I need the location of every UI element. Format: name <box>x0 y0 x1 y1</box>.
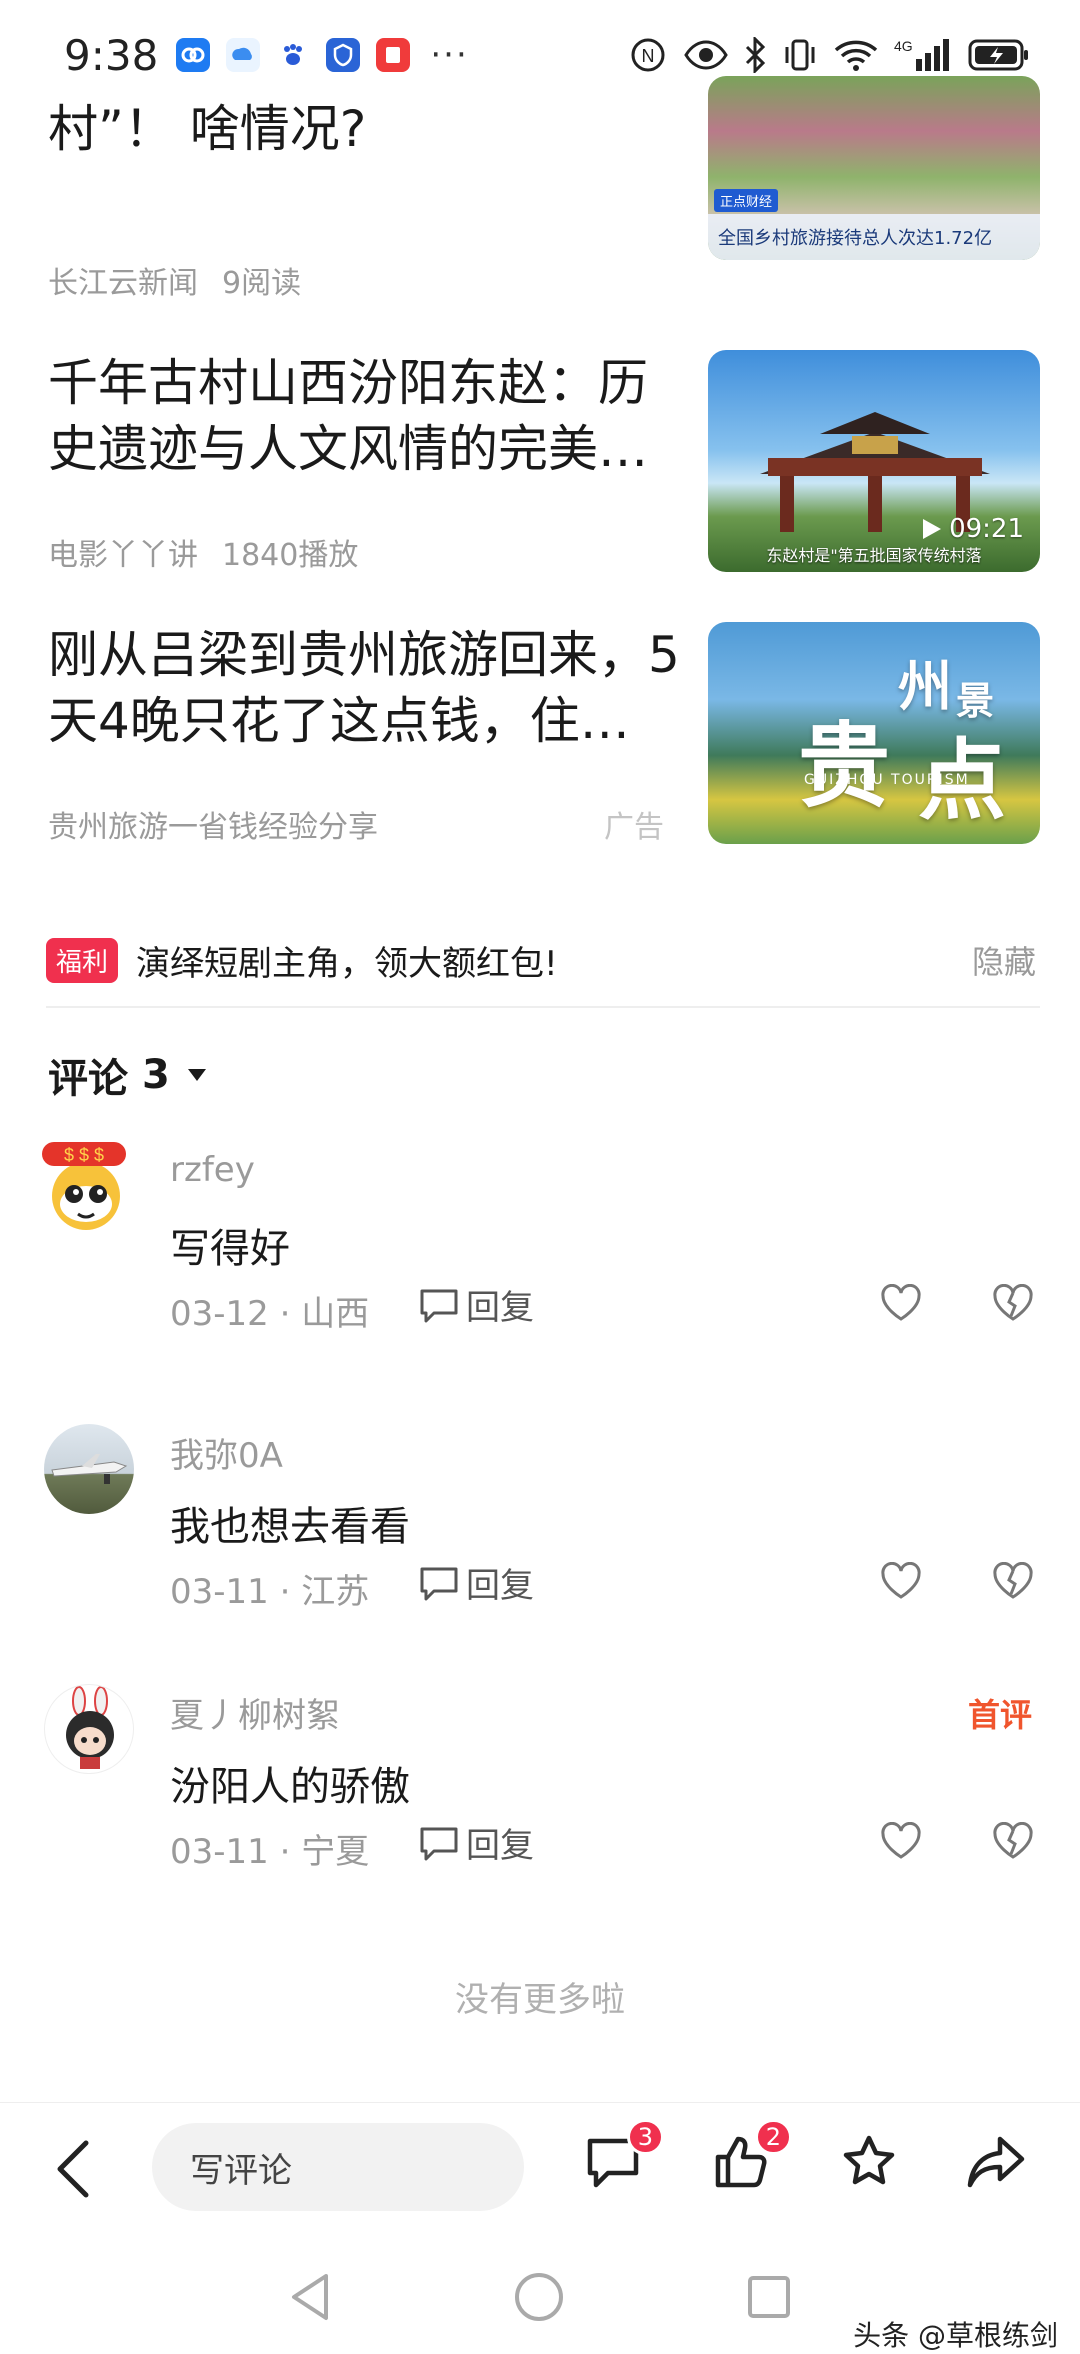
comment-date-location: 03-11 · 江苏 <box>170 1572 370 1612</box>
duration-text: 09:21 <box>949 514 1024 544</box>
comments-count: 3 <box>142 1052 170 1098</box>
comment-date-location: 03-12 · 山西 <box>170 1294 370 1334</box>
article-title: 村”！ 啥情况? <box>48 30 688 162</box>
article-thumbnail: 正点财经 全国乡村旅游接待总人次达1.72亿 <box>708 76 1040 260</box>
reply-bubble-icon <box>420 1289 458 1322</box>
chevron-left-icon <box>57 2140 89 2198</box>
comment-username[interactable]: 夏丿柳树絮 <box>170 1688 340 1737</box>
comments-button[interactable]: 3 <box>584 2119 664 2195</box>
avatar[interactable] <box>44 1684 134 1774</box>
reply-button[interactable]: 回复 <box>418 1280 534 1329</box>
watermark-text: 头条 @草根练剑 <box>853 2319 1058 2352</box>
comment-count-badge: 3 <box>626 2119 664 2155</box>
promo-banner[interactable]: 福利 演绎短剧主角，领大额红包! 隐藏 <box>46 932 1036 988</box>
article-source: 长江云新闻 <box>48 266 198 301</box>
like-heart-icon[interactable] <box>880 1561 922 1604</box>
hide-button[interactable]: 隐藏 <box>972 937 1036 983</box>
reply-button[interactable]: 回复 <box>418 1818 534 1867</box>
bottom-action-bar: 写评论 3 2 <box>0 2102 1080 2262</box>
like-count-badge: 2 <box>754 2119 792 2155</box>
write-comment-placeholder: 写评论 <box>190 2150 292 2191</box>
like-button[interactable]: 2 <box>712 2119 792 2195</box>
comment-item: 夏丿柳树絮 首评 汾阳人的骄傲 03-11 · 宁夏 回复 <box>0 1684 1080 1904</box>
caret-down-icon <box>187 1069 206 1081</box>
promo-text[interactable]: 演绎短剧主角，领大额红包! <box>136 936 558 985</box>
video-caption: 东赵村是"第五批国家传统村落 <box>766 546 982 565</box>
comment-item: $ $ $ rzfey 写得好 03-12 · 山西 回复 <box>0 1142 1080 1366</box>
nav-recents-button[interactable] <box>744 2270 794 2328</box>
like-heart-icon[interactable] <box>880 1821 922 1864</box>
article-meta: 电影丫丫讲 1840播放 <box>48 530 358 574</box>
write-comment-input[interactable]: 写评论 <box>152 2123 524 2211</box>
reply-bubble-icon <box>420 1567 458 1600</box>
article-meta: 贵州旅游一省钱经验分享 <box>48 802 378 846</box>
comment-item: 我弥0A 我也想去看看 03-11 · 江苏 回复 <box>0 1424 1080 1644</box>
article-title: 千年古村山西汾阳东赵：历史遗迹与人文风情的完美… <box>48 354 648 478</box>
back-button[interactable] <box>50 2139 100 2203</box>
avatar[interactable] <box>44 1424 134 1514</box>
star-icon <box>843 2135 895 2185</box>
article-item[interactable]: 千年古村山西汾阳东赵：历史遗迹与人文风情的完美… 电影丫丫讲 1840播放 09… <box>48 350 1040 590</box>
comment-text: 我也想去看看 <box>170 1504 410 1550</box>
video-duration: 09:21 <box>921 514 1024 544</box>
reply-button[interactable]: 回复 <box>418 1558 534 1607</box>
article-title: 刚从吕梁到贵州旅游回来，5天4晚只花了这点钱，住… <box>48 626 680 750</box>
reply-label: 回复 <box>466 1566 534 1606</box>
article-read-count: 9阅读 <box>222 266 302 301</box>
article-source: 电影丫丫讲 <box>48 538 198 573</box>
play-icon <box>923 519 942 539</box>
share-button[interactable] <box>966 2133 1026 2195</box>
video-thumbnail: 09:21 东赵村是"第五批国家传统村落 <box>708 350 1040 572</box>
article-title-line: 村”！ 啥情况? <box>48 100 367 158</box>
like-heart-icon[interactable] <box>880 1283 922 1326</box>
article-meta: 长江云新闻 9阅读 <box>48 258 301 302</box>
square-recents-icon <box>748 2276 790 2318</box>
reply-label: 回复 <box>466 1826 534 1866</box>
nav-back-button[interactable] <box>286 2270 336 2328</box>
article-source: 贵州旅游一省钱经验分享 <box>48 810 378 845</box>
article-item[interactable]: 村”！ 啥情况? 长江云新闻 9阅读 正点财经 全国乡村旅游接待总人次达1.72… <box>48 64 1040 304</box>
share-arrow-icon <box>967 2136 1025 2188</box>
dislike-broken-heart-icon[interactable] <box>992 1561 1034 1604</box>
circle-home-icon <box>515 2273 563 2321</box>
reply-bubble-icon <box>420 1827 458 1860</box>
article-title-line <box>48 30 688 96</box>
no-more-text: 没有更多啦 <box>455 1980 625 2020</box>
nav-home-button[interactable] <box>512 2270 566 2328</box>
comment-username[interactable]: rzfey <box>170 1150 255 1190</box>
comment-text: 写得好 <box>170 1226 290 1272</box>
comment-text: 汾阳人的骄傲 <box>170 1764 410 1810</box>
ad-label: 广告 <box>604 810 664 845</box>
comment-username[interactable]: 我弥0A <box>170 1428 283 1477</box>
thumbnail-caption: 全国乡村旅游接待总人次达1.72亿 <box>708 214 1040 260</box>
network-type: 4G <box>894 38 913 54</box>
dislike-broken-heart-icon[interactable] <box>992 1821 1034 1864</box>
ad-thumbnail: 贵 州 景 点 GUIZHOU TOURISM <box>708 622 1040 844</box>
ad-article-item[interactable]: 刚从吕梁到贵州旅游回来，5天4晚只花了这点钱，住… 贵州旅游一省钱经验分享 广告… <box>48 622 1040 862</box>
svg-text:$ $ $: $ $ $ <box>64 1145 104 1165</box>
reply-label: 回复 <box>466 1288 534 1328</box>
triangle-back-icon <box>292 2274 328 2320</box>
avatar[interactable]: $ $ $ <box>42 1142 134 1236</box>
thumbnail-subtext: GUIZHOU TOURISM <box>804 772 970 788</box>
dislike-broken-heart-icon[interactable] <box>992 1283 1034 1326</box>
article-play-count: 1840播放 <box>222 538 359 573</box>
comment-date-location: 03-11 · 宁夏 <box>170 1832 370 1872</box>
thumbnail-text: 贵 <box>798 712 891 820</box>
comments-sort-toggle[interactable]: 评论 3 <box>48 1046 206 1104</box>
divider <box>46 1006 1040 1008</box>
first-comment-badge: 首评 <box>968 1696 1033 1734</box>
thumbnail-tag: 正点财经 <box>714 189 779 212</box>
favorite-button[interactable] <box>840 2133 898 2195</box>
comments-label: 评论 <box>48 1056 128 1102</box>
promo-badge: 福利 <box>46 937 119 983</box>
